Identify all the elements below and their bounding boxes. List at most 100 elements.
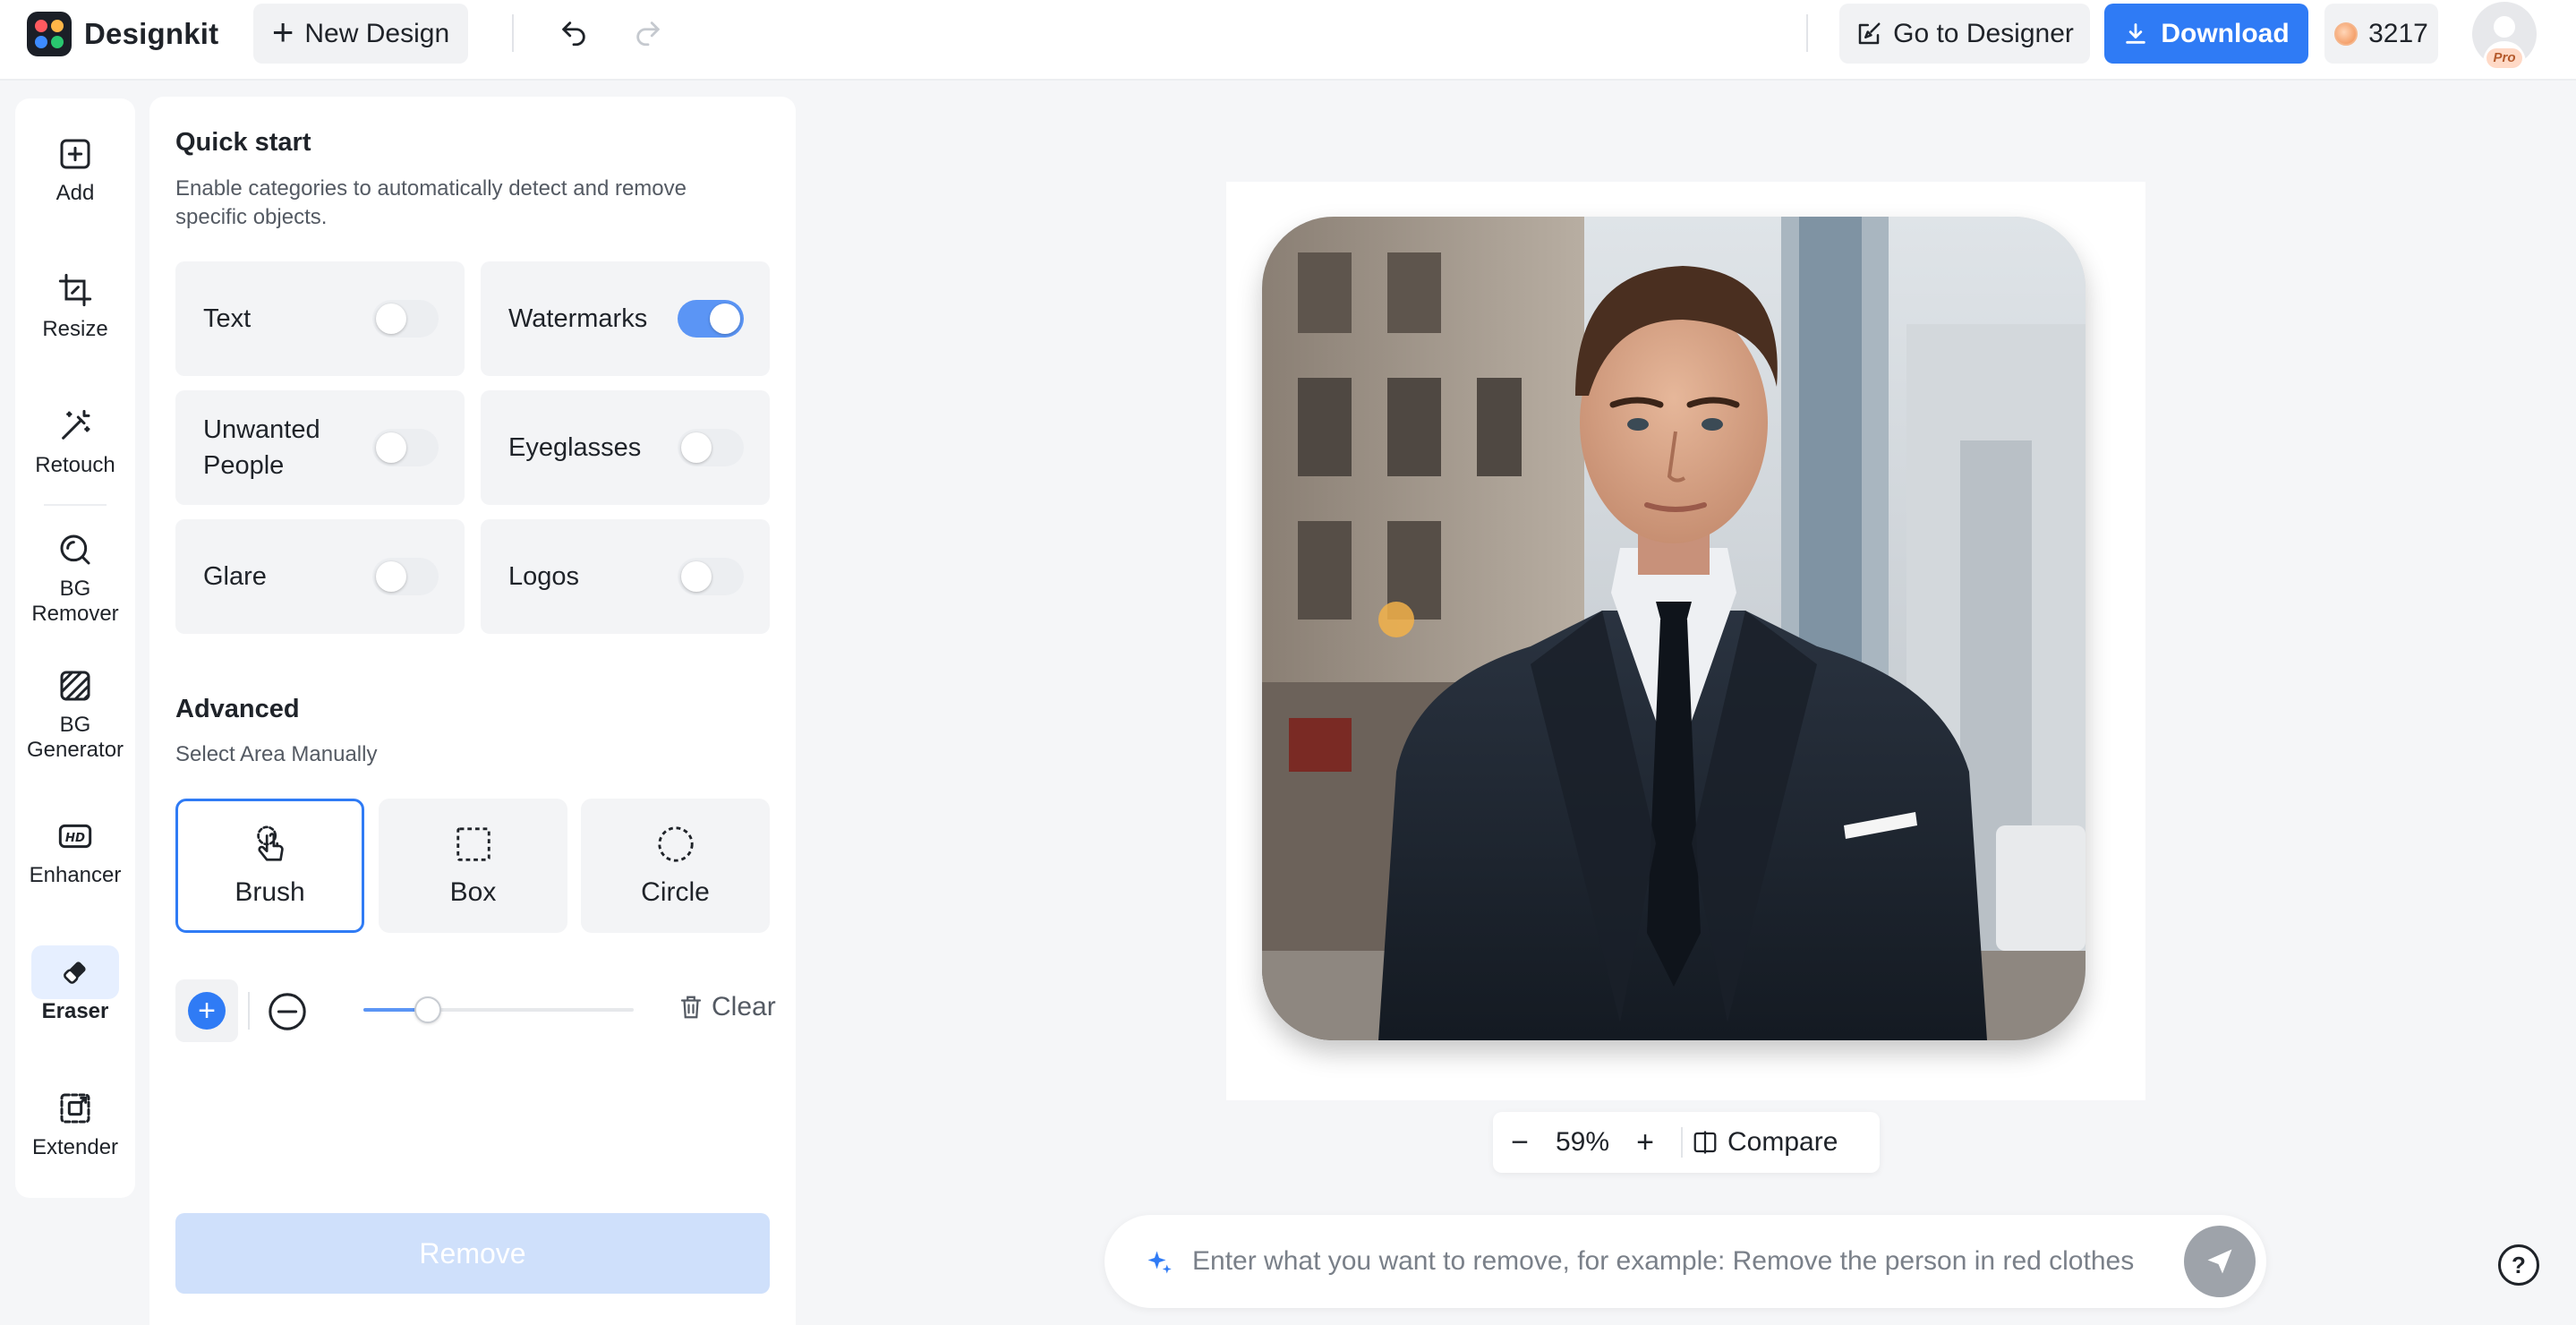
eraser-icon: [64, 962, 86, 984]
toggle-card-logos[interactable]: Logos: [481, 519, 770, 634]
toggle-card-glare[interactable]: Glare: [175, 519, 465, 634]
toggle-label: Logos: [508, 562, 580, 591]
clear-label: Clear: [712, 992, 776, 1022]
tool-label: Box: [449, 877, 497, 907]
zoom-level: 59%: [1555, 1127, 1610, 1157]
zoom-divider: [1681, 1127, 1683, 1158]
remove-prompt-input[interactable]: [1192, 1235, 2141, 1288]
toggle-label: Unwanted People: [203, 415, 320, 480]
toggle-label: Eyeglasses: [508, 433, 642, 462]
sidebar-item-resize[interactable]: Resize: [15, 272, 135, 342]
sidebar-item-bg-remover[interactable]: BG Remover: [15, 532, 135, 627]
sidebar-item-label: Retouch: [35, 453, 115, 477]
eyeglasses-toggle[interactable]: [678, 429, 744, 466]
svg-text:HD: HD: [65, 832, 85, 845]
sidebar-item-enhancer[interactable]: HD Enhancer: [15, 818, 135, 888]
tool-label: Circle: [641, 877, 710, 907]
extend-icon: [60, 1093, 90, 1124]
minus-circle-icon: [269, 993, 306, 1030]
send-button[interactable]: [2184, 1226, 2256, 1297]
rail-separator: [44, 504, 107, 506]
zoom-toolbar: − 59% + Compare: [1493, 1112, 1880, 1173]
sidebar-item-bg-generator[interactable]: BG Generator: [15, 668, 135, 763]
tool-label: Brush: [235, 877, 305, 907]
logos-toggle[interactable]: [678, 558, 744, 595]
new-design-label: New Design: [304, 18, 450, 48]
toggle-card-watermarks[interactable]: Watermarks: [481, 261, 770, 376]
coin-icon: [2334, 21, 2358, 46]
brush-size-slider[interactable]: [363, 996, 634, 1023]
sidebar-item-eraser[interactable]: Eraser: [15, 954, 135, 1024]
question-icon: ?: [2512, 1252, 2526, 1278]
help-button[interactable]: ?: [2498, 1244, 2539, 1286]
sidebar-item-label: Extender: [31, 1135, 119, 1159]
glare-toggle[interactable]: [372, 558, 439, 595]
credits-button[interactable]: 3217: [2324, 4, 2438, 64]
sidebar-item-add[interactable]: Add: [15, 136, 135, 206]
undo-button[interactable]: [550, 11, 598, 56]
subtract-area-button[interactable]: [264, 988, 311, 1035]
redo-icon: [636, 21, 660, 47]
sparkle-icon: [1147, 1251, 1172, 1274]
box-select-icon: [456, 827, 490, 861]
zoom-in-button[interactable]: +: [1618, 1125, 1672, 1160]
tool-rail: Add Resize Retouch BG Remover BG Generat…: [15, 98, 135, 1198]
send-icon: [2207, 1249, 2232, 1274]
portrait-illustration: [1262, 217, 2086, 1040]
edit-external-icon: [1858, 22, 1881, 44]
go-to-designer-button[interactable]: Go to Designer: [1839, 4, 2090, 64]
toggle-label: Watermarks: [508, 304, 648, 333]
advanced-title: Advanced: [175, 695, 300, 723]
plus-icon: +: [188, 992, 226, 1030]
sidebar-item-retouch[interactable]: Retouch: [15, 408, 135, 478]
toolbar-divider: [512, 14, 514, 52]
zoom-out-button[interactable]: −: [1493, 1125, 1547, 1160]
designkit-logo-icon: [27, 12, 72, 56]
top-bar: Designkit + New Design Go to Designer Do…: [0, 0, 2576, 81]
advanced-subtitle: Select Area Manually: [175, 742, 378, 766]
watermarks-toggle[interactable]: [678, 300, 744, 338]
sidebar-item-label: BG Remover: [31, 577, 119, 626]
sidebar-item-label: Add: [55, 181, 95, 205]
brush-tool-button[interactable]: Brush: [175, 799, 364, 933]
plus-icon: +: [271, 10, 294, 53]
toggle-label: Glare: [203, 562, 267, 591]
box-tool-button[interactable]: Box: [379, 799, 567, 933]
compare-button[interactable]: Compare: [1692, 1127, 1838, 1158]
quick-start-title: Quick start: [175, 128, 311, 157]
undo-icon: [562, 21, 585, 47]
download-button[interactable]: Download: [2104, 4, 2308, 64]
clear-button[interactable]: Clear: [678, 992, 776, 1022]
remove-button[interactable]: Remove: [175, 1213, 770, 1294]
redo-button[interactable]: [624, 11, 672, 56]
app-name: Designkit: [84, 17, 219, 50]
sidebar-item-label: Resize: [42, 317, 108, 341]
toggle-card-eyeglasses[interactable]: Eyeglasses: [481, 390, 770, 505]
remove-prompt-bar: [1105, 1215, 2266, 1308]
toggle-card-unwanted-people[interactable]: Unwanted People: [175, 390, 465, 505]
sidebar-item-extender[interactable]: Extender: [15, 1090, 135, 1160]
credits-count: 3217: [2368, 18, 2428, 48]
unwanted-people-toggle[interactable]: [372, 429, 439, 466]
circle-tool-button[interactable]: Circle: [581, 799, 770, 933]
circle-select-icon: [657, 826, 694, 862]
brush-mode-divider: [248, 992, 250, 1030]
toggle-label: Text: [203, 304, 252, 333]
toggle-card-text[interactable]: Text: [175, 261, 465, 376]
new-design-button[interactable]: + New Design: [253, 4, 468, 64]
crop-icon: [58, 273, 92, 307]
sidebar-item-label: Enhancer: [29, 863, 122, 887]
hd-icon: HD: [58, 824, 92, 849]
download-label: Download: [2161, 18, 2290, 48]
text-toggle[interactable]: [372, 300, 439, 338]
app-logo[interactable]: Designkit: [27, 12, 218, 56]
bg-remover-icon: [60, 534, 90, 565]
portrait-image[interactable]: [1262, 217, 2086, 1040]
go-to-designer-label: Go to Designer: [1893, 18, 2074, 48]
pro-badge: Pro: [2486, 48, 2522, 68]
sidebar-item-label: Eraser: [41, 999, 109, 1023]
sidebar-item-label: BG Generator: [26, 713, 124, 762]
add-icon: [60, 139, 90, 169]
bg-generator-icon: [60, 671, 90, 701]
add-area-button[interactable]: +: [175, 979, 238, 1042]
